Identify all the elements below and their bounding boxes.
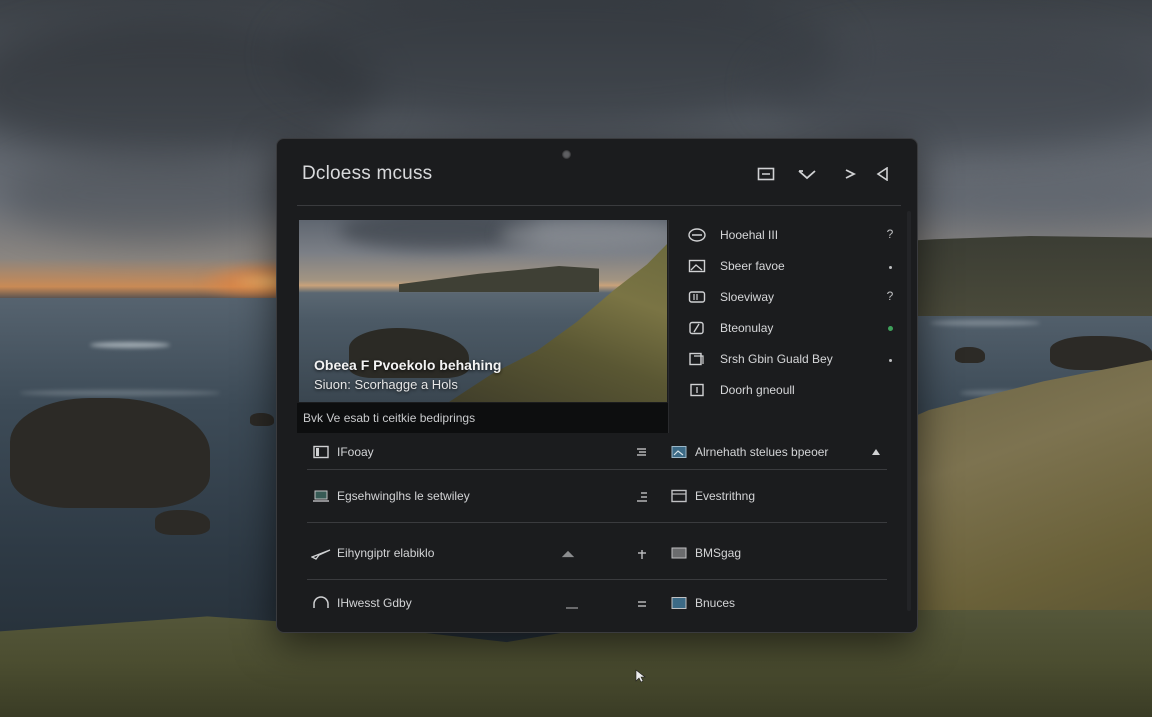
side-list-label: Sloeviway xyxy=(720,289,775,304)
divider xyxy=(297,205,901,206)
photo-icon xyxy=(669,444,689,460)
distant-hill xyxy=(399,266,599,292)
distant-hill xyxy=(880,236,1152,316)
app-window: Dcloess mcuss Obeea F Pvoekolo behahing … xyxy=(276,138,918,633)
list-item[interactable]: IFooay Alrnehath stelues bpeoer xyxy=(307,435,887,470)
side-list-label: Doorh gneoull xyxy=(720,382,795,397)
pen-icon[interactable] xyxy=(635,445,649,459)
panel-icon xyxy=(669,488,689,504)
status-dot xyxy=(885,320,895,334)
side-list-item[interactable]: Doorh gneoull xyxy=(687,374,895,405)
list-item-label: Eihyngiptr elabiklo xyxy=(337,546,435,560)
preview-footer-text: Bvk Ve esab ti ceitkie bediprings xyxy=(303,411,476,425)
scrollbar[interactable] xyxy=(907,211,911,611)
side-list-label: Bteonulay xyxy=(720,320,774,335)
side-list-item[interactable]: Sloeviway ? xyxy=(687,281,895,312)
rock xyxy=(10,398,210,508)
grid-icon[interactable] xyxy=(635,597,649,611)
mountain-icon xyxy=(561,547,575,561)
window-icon xyxy=(757,167,775,186)
preview-caption-subtitle: Siuon: Scorhagge a Hols xyxy=(314,377,458,392)
window-title: Dcloess mcuss xyxy=(302,163,433,184)
bars-icon xyxy=(565,598,579,612)
side-list: Hooehal III ? Sbeer favoe Sloeviway ? Bt… xyxy=(687,219,895,405)
forward-icon xyxy=(843,167,857,186)
cloud xyxy=(760,30,1152,150)
list-item[interactable]: Eihyngiptr elabiklo BMSgag xyxy=(307,523,887,580)
list-item-right: Alrnehath stelues bpeoer xyxy=(669,444,828,460)
title-bar: Dcloess mcuss xyxy=(277,139,917,205)
compass-icon xyxy=(687,227,707,243)
back-icon xyxy=(875,166,889,186)
side-list-item[interactable]: Sbeer favoe xyxy=(687,250,895,281)
wave-foam xyxy=(930,320,1040,326)
side-list-item[interactable]: Srsh Gbin Guald Bey xyxy=(687,343,895,374)
help-icon[interactable]: ? xyxy=(885,227,895,241)
laptop-icon xyxy=(311,488,331,504)
headphones-icon xyxy=(311,595,331,611)
undo-icon xyxy=(797,167,817,186)
list-item-label: Alrnehath stelues bpeoer xyxy=(695,445,829,459)
rock xyxy=(250,413,274,426)
edit-icon xyxy=(687,320,707,336)
monitor-icon xyxy=(311,444,331,460)
side-list-item[interactable]: Hooehal III ? xyxy=(687,219,895,250)
wave-foam xyxy=(90,342,170,348)
box-icon xyxy=(669,545,689,561)
image-icon xyxy=(687,258,707,274)
list-item-right: Evestrithng xyxy=(669,488,755,504)
cloud xyxy=(900,170,1152,230)
mouse-cursor-icon xyxy=(633,668,649,684)
cliff xyxy=(449,242,667,402)
pin-icon[interactable] xyxy=(635,547,649,561)
back-button[interactable] xyxy=(871,165,893,187)
list-item-left: Eihyngiptr elabiklo xyxy=(311,545,434,561)
file-list: IFooay Alrnehath stelues bpeoer Egsehwin… xyxy=(307,435,887,618)
list-item-label: IHwesst Gdby xyxy=(337,596,412,610)
list-item-label: Evestrithng xyxy=(695,489,756,503)
side-list-label: Srsh Gbin Guald Bey xyxy=(720,351,833,366)
preview-image[interactable]: Obeea F Pvoekolo behahing Siuon: Scorhag… xyxy=(299,220,667,402)
wave-foam xyxy=(20,390,220,396)
list-item-label: Egsehwinglhs le setwiley xyxy=(337,489,470,503)
list-item-left: IFooay xyxy=(311,444,374,460)
list-item-left: Egsehwinglhs le setwiley xyxy=(311,488,470,504)
side-list-label: Sbeer favoe xyxy=(720,258,785,273)
help-icon[interactable]: ? xyxy=(885,289,895,303)
cloud xyxy=(0,150,300,240)
copy-icon xyxy=(687,351,707,367)
list-item[interactable]: Egsehwinglhs le setwiley Evestrithng xyxy=(307,470,887,523)
status-dot xyxy=(885,258,895,272)
list-item-label: BMSgag xyxy=(695,546,742,560)
square-icon xyxy=(669,595,689,611)
preview-caption-title: Obeea F Pvoekolo behahing xyxy=(314,357,502,373)
undo-button[interactable] xyxy=(796,165,818,187)
list-item-right: Bnuces xyxy=(669,595,735,611)
rock xyxy=(155,510,210,535)
folder-icon xyxy=(687,289,707,305)
forward-button[interactable] xyxy=(839,165,861,187)
list-item-right: BMSgag xyxy=(669,545,741,561)
plane-icon xyxy=(311,545,331,561)
list-icon[interactable] xyxy=(635,490,649,504)
side-list-label: Hooehal III xyxy=(720,227,779,242)
divider xyxy=(668,220,669,433)
cloud xyxy=(499,220,667,250)
list-item-left: IHwesst Gdby xyxy=(311,595,412,611)
preview-footer: Bvk Ve esab ti ceitkie bediprings xyxy=(297,403,669,433)
up-arrow-icon[interactable] xyxy=(869,445,883,459)
rock xyxy=(955,347,985,363)
window-button[interactable] xyxy=(755,165,777,187)
list-item[interactable]: IHwesst Gdby Bnuces xyxy=(307,580,887,618)
status-dot xyxy=(885,351,895,365)
list-item-label: Bnuces xyxy=(695,596,736,610)
document-icon xyxy=(687,382,707,398)
side-list-item[interactable]: Bteonulay xyxy=(687,312,895,343)
list-item-label: IFooay xyxy=(337,445,374,459)
